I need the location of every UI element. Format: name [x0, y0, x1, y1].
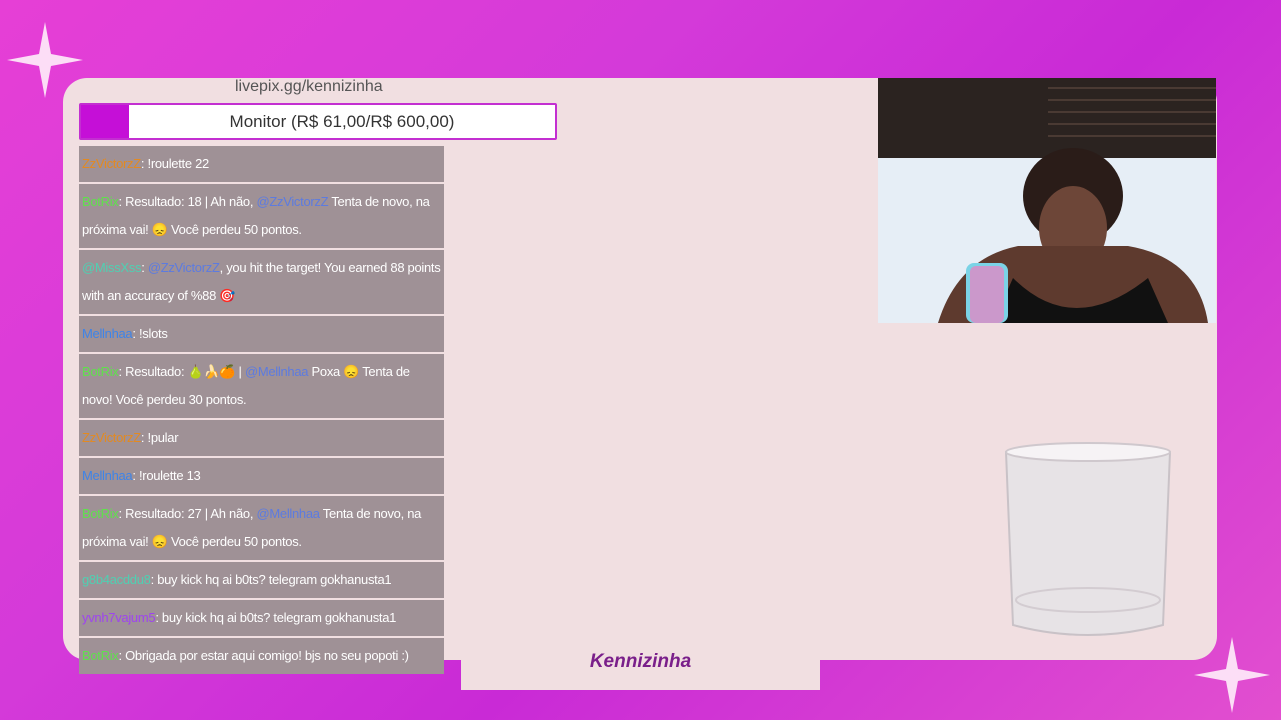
overlay-panel: livepix.gg/kennizinha Monitor (R$ 61,00/… — [63, 78, 1217, 674]
chat-username[interactable]: g8b4acddu8 — [82, 572, 151, 587]
webcam-feed — [878, 78, 1216, 323]
chat-message: g8b4acddu8: buy kick hq ai b0ts? telegra… — [79, 562, 444, 598]
chat-text: : !roulette 22 — [140, 156, 209, 171]
chat-message: BotRix: Resultado: 🍐🍌🍊 | @Mellnhaa Poxa … — [79, 354, 444, 418]
chat-text: : — [141, 260, 148, 275]
chat-username[interactable]: yvnh7vajum5 — [82, 610, 156, 625]
chat-text: : Obrigada por estar aqui comigo! bjs no… — [118, 648, 410, 663]
chat-mention[interactable]: @ZzVictorzZ — [148, 260, 220, 275]
chat-username[interactable]: ZzVictorzZ — [82, 156, 141, 171]
streamer-name: Kennizinha — [589, 651, 692, 672]
chat-username[interactable]: BotRix — [82, 648, 119, 663]
goal-progress-fill — [81, 105, 130, 138]
goal-label: Monitor (R$ 61,00/R$ 600,00) — [229, 112, 455, 131]
chat-box: ZzVictorzZ: !roulette 22 BotRix: Resultad… — [79, 146, 444, 676]
chat-message: Mellnhaa: !slots — [79, 316, 444, 352]
chat-message: Mellnhaa: !roulette 13 — [79, 458, 444, 494]
chat-username[interactable]: BotRix — [82, 364, 119, 379]
chat-text: : Resultado: 18 | Ah não, — [118, 194, 257, 209]
chat-username[interactable]: ZzVictorzZ — [82, 430, 141, 445]
chat-mention[interactable]: @Mellnhaa — [256, 506, 320, 521]
chat-text: : !slots — [132, 326, 168, 341]
chat-message: BotRix: Obrigada por estar aqui comigo! … — [79, 638, 444, 674]
chat-username[interactable]: Mellnhaa — [82, 468, 133, 483]
donation-url[interactable]: livepix.gg/kennizinha — [235, 78, 383, 96]
chat-username[interactable]: @MissXss — [82, 260, 141, 275]
chat-message: ZzVictorzZ: !roulette 22 — [79, 146, 444, 182]
chat-message: BotRix: Resultado: 27 | Ah não, @Mellnha… — [79, 496, 444, 560]
chat-mention[interactable]: @ZzVictorzZ — [256, 194, 328, 209]
glass-cup-image — [1004, 442, 1172, 636]
donation-goal-bar: Monitor (R$ 61,00/R$ 600,00) — [79, 103, 557, 140]
chat-mention[interactable]: @Mellnhaa — [245, 364, 309, 379]
chat-username[interactable]: BotRix — [82, 506, 119, 521]
chat-text: : Resultado: 🍐🍌🍊 | — [118, 364, 245, 379]
chat-username[interactable]: BotRix — [82, 194, 119, 209]
chat-text: : buy kick hq ai b0ts? telegram gokhanus… — [150, 572, 392, 587]
chat-text: : !pular — [140, 430, 179, 445]
webcam-image — [878, 78, 1216, 323]
chat-message: BotRix: Resultado: 18 | Ah não, @ZzVicto… — [79, 184, 444, 248]
chat-message: @MissXss: @ZzVictorzZ, you hit the targe… — [79, 250, 444, 314]
chat-text: : Resultado: 27 | Ah não, — [118, 506, 257, 521]
chat-text: : !roulette 13 — [132, 468, 201, 483]
chat-text: : buy kick hq ai b0ts? telegram gokhanus… — [155, 610, 397, 625]
chat-username[interactable]: Mellnhaa — [82, 326, 133, 341]
chat-message: ZzVictorzZ: !pular — [79, 420, 444, 456]
chat-message: yvnh7vajum5: buy kick hq ai b0ts? telegr… — [79, 600, 444, 636]
